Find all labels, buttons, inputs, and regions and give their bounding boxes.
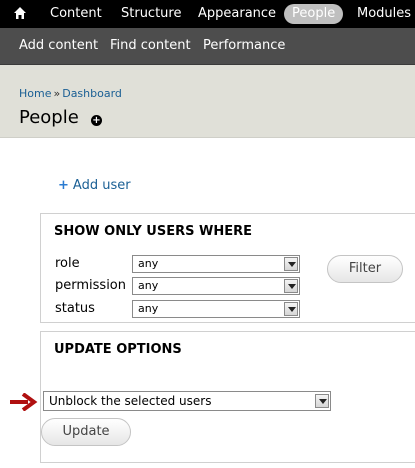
shortcuts-bar: Add content Find content Performance [0,28,415,65]
toolbar-tab-modules[interactable]: Modules [357,0,411,28]
update-action-select[interactable]: Unblock the selected users [43,391,331,411]
plus-icon: + [58,178,69,193]
role-label: role [55,256,80,271]
status-select[interactable]: any [132,300,300,318]
permission-select-value: any [138,279,159,292]
filter-legend: SHOW ONLY USERS WHERE [54,224,252,239]
breadcrumb-separator: » [53,87,61,100]
update-options-legend: UPDATE OPTIONS [54,342,182,357]
home-icon[interactable] [13,6,27,20]
toolbar-tab-content[interactable]: Content [50,0,102,28]
red-arrow-icon [10,393,38,411]
permission-label: permission [55,278,126,293]
toolbar-tab-appearance[interactable]: Appearance [198,0,276,28]
chevron-down-icon [284,257,298,271]
role-select[interactable]: any [132,255,300,273]
toolbar-tab-structure[interactable]: Structure [121,0,181,28]
admin-toolbar: Content Structure Appearance People Modu… [0,0,415,28]
permission-select[interactable]: any [132,277,300,295]
breadcrumb-dashboard[interactable]: Dashboard [62,87,122,100]
update-options-fieldset: UPDATE OPTIONS Unblock the selected user… [40,331,415,463]
chevron-down-icon [315,394,329,408]
shortcut-add-content[interactable]: Add content [19,28,98,64]
filter-button[interactable]: Filter [327,255,403,283]
page-header: Home» Dashboard People + [0,65,415,138]
add-user-link[interactable]: + Add user [58,178,131,193]
chevron-down-icon [284,279,298,293]
shortcut-performance[interactable]: Performance [203,28,285,64]
breadcrumb: Home» Dashboard [19,87,122,100]
shortcut-find-content[interactable]: Find content [110,28,191,64]
page-title: People [19,107,79,128]
add-user-label: Add user [72,178,131,193]
update-button[interactable]: Update [41,418,131,446]
chevron-down-icon [284,302,298,316]
filter-fieldset: SHOW ONLY USERS WHERE role any permissio… [40,213,415,323]
breadcrumb-home[interactable]: Home [19,87,51,100]
role-select-value: any [138,257,159,270]
toolbar-tab-people[interactable]: People [284,4,344,24]
plus-circle-icon[interactable]: + [91,115,102,126]
update-action-value: Unblock the selected users [49,394,212,408]
status-label: status [55,301,95,316]
status-select-value: any [138,302,159,315]
